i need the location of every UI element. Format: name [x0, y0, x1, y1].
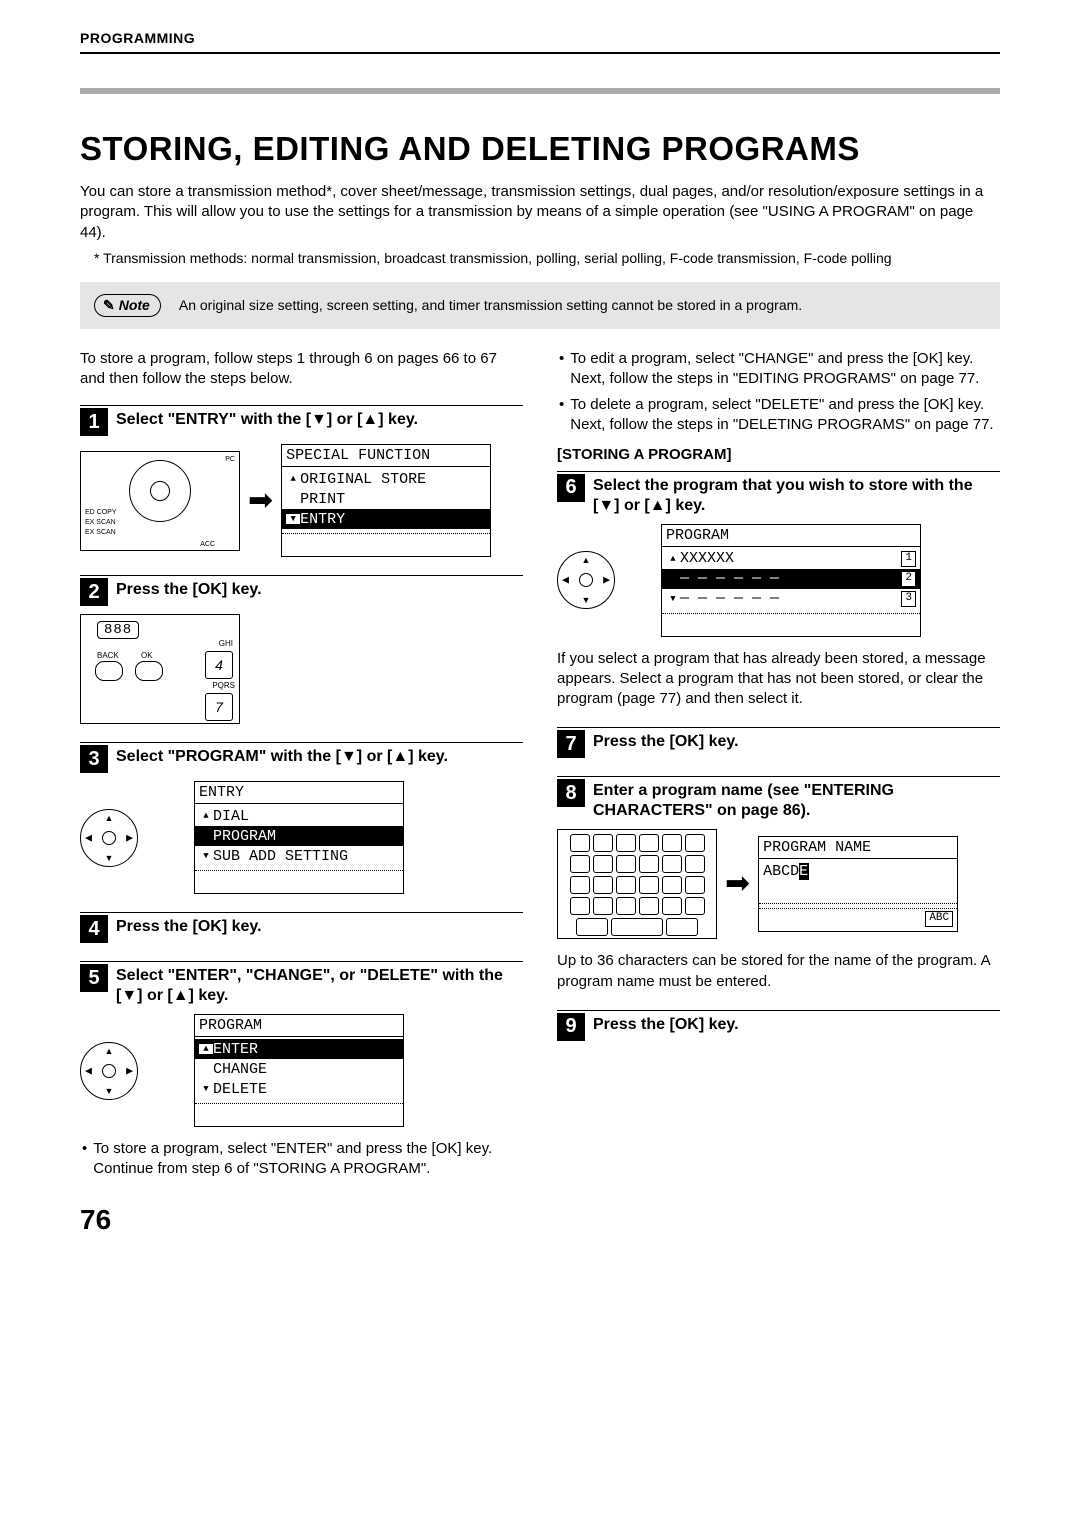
step-number: 6 [557, 474, 585, 502]
step-number: 3 [80, 745, 108, 773]
post-text: If you select a program that has already… [557, 649, 1000, 710]
keyboard-illustration [557, 829, 717, 939]
step-number: 7 [557, 730, 585, 758]
intro-paragraph: You can store a transmission method*, co… [80, 182, 1000, 243]
step-number: 9 [557, 1013, 585, 1041]
step-title: Select "PROGRAM" with the [▼] or [▲] key… [116, 743, 448, 767]
storing-heading: [STORING A PROGRAM] [557, 446, 1000, 463]
step-1: 1 Select "ENTRY" with the [▼] or [▲] key… [80, 405, 523, 557]
lcd-program-action: PROGRAM ▲ENTER CHANGE ▼DELETE [194, 1014, 404, 1127]
dpad-icon: ▲▼ ◀▶ [557, 551, 615, 609]
step-title: Press the [OK] key. [593, 1011, 739, 1035]
step-8: 8 Enter a program name (see "ENTERING CH… [557, 776, 1000, 992]
lcd-special-function: SPECIAL FUNCTION ▲ORIGINAL STORE PRINT ▼… [281, 444, 491, 557]
step-title: Press the [OK] key. [116, 576, 262, 600]
left-column: To store a program, follow steps 1 throu… [80, 349, 523, 1236]
footnote-text: * Transmission methods: normal transmiss… [94, 249, 1000, 268]
bullet-text: To store a program, select "ENTER" and p… [80, 1139, 523, 1180]
arrow-icon: ➡ [248, 486, 273, 516]
header-divider [80, 88, 1000, 94]
lcd-program-list: PROGRAM ▲XXXXXX1 — — — — — —2 ▼— — — — —… [661, 524, 921, 637]
lcd-program-name: PROGRAM NAME ABCDE ABC [758, 836, 958, 932]
step-9: 9 Press the [OK] key. [557, 1010, 1000, 1041]
step-3: 3 Select "PROGRAM" with the [▼] or [▲] k… [80, 742, 523, 894]
step-5: 5 Select "ENTER", "CHANGE", or "DELETE" … [80, 961, 523, 1180]
step-title: Press the [OK] key. [116, 913, 262, 937]
intro-text-left: To store a program, follow steps 1 throu… [80, 349, 523, 390]
step-number: 1 [80, 408, 108, 436]
step-6: 6 Select the program that you wish to st… [557, 471, 1000, 710]
page-number: 76 [80, 1204, 523, 1236]
step-title: Select the program that you wish to stor… [593, 472, 1000, 516]
dpad-icon: ▲▼ ◀▶ [80, 1042, 138, 1100]
section-header: PROGRAMMING [80, 30, 1000, 54]
step-7: 7 Press the [OK] key. [557, 727, 1000, 758]
bullet-edit: To edit a program, select "CHANGE" and p… [557, 349, 1000, 390]
note-callout: Note An original size setting, screen se… [80, 282, 1000, 329]
arrow-icon: ➡ [725, 869, 750, 899]
ok-key-illustration: 888 BACK OK GHI 4 PQRS 7 [80, 614, 240, 724]
step-title: Enter a program name (see "ENTERING CHAR… [593, 777, 1000, 821]
content-columns: To store a program, follow steps 1 throu… [80, 349, 1000, 1236]
post-text: Up to 36 characters can be stored for th… [557, 951, 1000, 992]
page: PROGRAMMING STORING, EDITING AND DELETIN… [40, 0, 1040, 1276]
step-title: Select "ENTRY" with the [▼] or [▲] key. [116, 406, 418, 430]
step-number: 2 [80, 578, 108, 606]
step-4: 4 Press the [OK] key. [80, 912, 523, 943]
step-title: Select "ENTER", "CHANGE", or "DELETE" wi… [116, 962, 523, 1006]
step-number: 5 [80, 964, 108, 992]
keypad-panel-illustration: ED COPY EX SCAN EX SCAN ACC PC [80, 451, 240, 551]
step-number: 8 [557, 779, 585, 807]
step-number: 4 [80, 915, 108, 943]
page-title: STORING, EDITING AND DELETING PROGRAMS [80, 130, 1000, 168]
lcd-entry-menu: ENTRY ▲DIAL PROGRAM ▼SUB ADD SETTING [194, 781, 404, 894]
bullet-delete: To delete a program, select "DELETE" and… [557, 395, 1000, 436]
note-body: An original size setting, screen setting… [179, 297, 802, 313]
step-title: Press the [OK] key. [593, 728, 739, 752]
note-label: Note [94, 294, 161, 317]
right-column: To edit a program, select "CHANGE" and p… [557, 349, 1000, 1236]
step-2: 2 Press the [OK] key. 888 BACK OK GHI 4 … [80, 575, 523, 724]
dpad-icon: ▲▼ ◀▶ [80, 809, 138, 867]
